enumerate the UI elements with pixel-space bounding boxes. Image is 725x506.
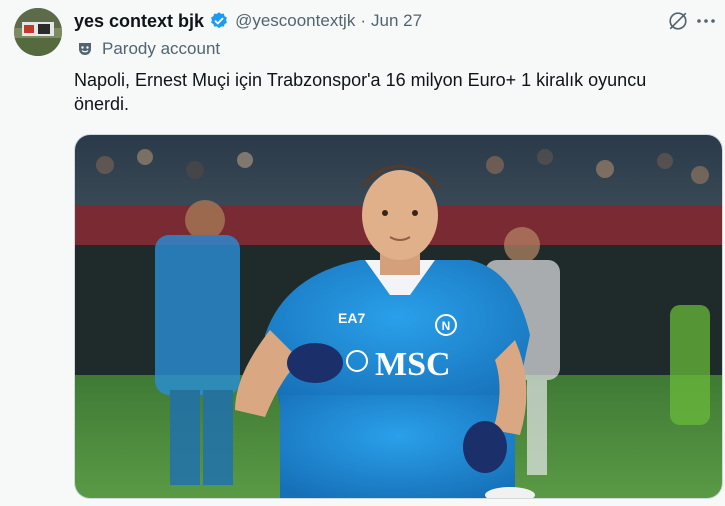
tweet[interactable]: yes context bjk @yescoontextjk · Jun 27 [0, 0, 725, 506]
tweet-media[interactable]: N EA7 MSC [74, 134, 723, 499]
tweet-header: yes context bjk @yescoontextjk · Jun 27 [74, 8, 422, 34]
grok-icon[interactable] [667, 10, 689, 32]
avatar-image [14, 8, 62, 56]
jersey-sponsor: MSC [375, 346, 451, 383]
display-name[interactable]: yes context bjk [74, 11, 204, 32]
verified-badge-icon [209, 11, 229, 31]
tweet-text: Napoli, Ernest Muçi için Trabzonspor'a 1… [74, 70, 647, 114]
user-handle[interactable]: @yescoontextjk [235, 11, 355, 31]
parody-label: Parody account [76, 39, 220, 59]
separator-dot: · [360, 11, 366, 30]
avatar[interactable] [14, 8, 62, 56]
tweet-date[interactable]: Jun 27 [371, 11, 422, 31]
more-icon[interactable] [695, 12, 717, 30]
parody-label-text: Parody account [102, 39, 221, 58]
svg-text:N: N [442, 319, 451, 333]
media-photo: N EA7 MSC [75, 135, 722, 498]
parody-mask-icon [76, 40, 94, 58]
jersey-brand: EA7 [338, 310, 365, 326]
